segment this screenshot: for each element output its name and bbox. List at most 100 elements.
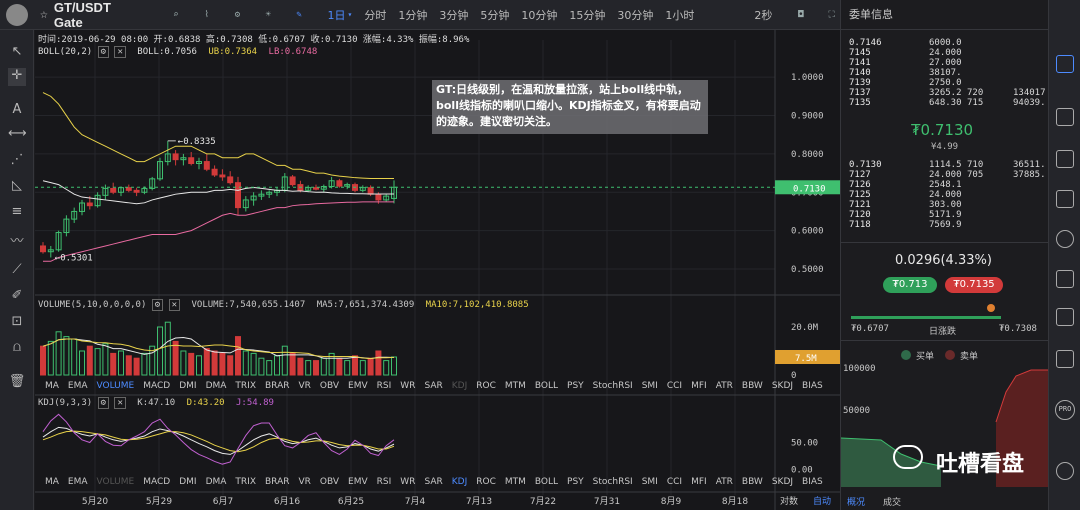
text-icon[interactable]: A xyxy=(8,102,26,120)
orderbook-icon[interactable] xyxy=(1056,55,1074,73)
wave-icon[interactable]: 〰 xyxy=(8,230,26,249)
indicator-mtm-button[interactable]: MTM xyxy=(505,477,526,487)
indicator-wr-button[interactable]: WR xyxy=(400,381,415,391)
indicator-dma-button[interactable]: DMA xyxy=(206,477,227,487)
indicator-vr-button[interactable]: VR xyxy=(298,477,310,487)
fullscreen-icon[interactable]: ⛶ xyxy=(823,6,840,24)
indicator-sar-button[interactable]: SAR xyxy=(424,381,442,391)
indicator-kdj-button[interactable]: KDJ xyxy=(452,381,468,391)
indicator-brar-button[interactable]: BRAR xyxy=(265,477,289,487)
grid-icon[interactable] xyxy=(1056,150,1074,168)
people-icon[interactable] xyxy=(1056,350,1074,368)
tab-trades[interactable]: 成交 xyxy=(883,495,901,508)
indicator-bias-button[interactable]: BIAS xyxy=(802,477,823,487)
indicator-ma-button[interactable]: MA xyxy=(45,477,59,487)
clock-icon[interactable] xyxy=(1056,230,1074,248)
boll-close-icon[interactable]: ✕ xyxy=(114,46,126,58)
interval-1h[interactable]: 1小时 xyxy=(665,7,694,23)
lock-icon[interactable]: ⊡ xyxy=(8,314,26,332)
kdj-settings-icon[interactable]: ⚙ xyxy=(97,397,110,409)
boll-settings-icon[interactable]: ⚙ xyxy=(97,46,110,58)
chart-type-icon[interactable]: ⌇ xyxy=(198,6,215,24)
interval-1m[interactable]: 1分钟 xyxy=(398,7,427,23)
indicator-dmi-button[interactable]: DMI xyxy=(179,477,196,487)
indicator-emv-button[interactable]: EMV xyxy=(348,477,368,487)
indicator-stochrsi-button[interactable]: StochRSI xyxy=(593,381,633,391)
indicator-mtm-button[interactable]: MTM xyxy=(505,381,526,391)
interval-15m[interactable]: 15分钟 xyxy=(569,7,605,23)
chart-icon[interactable] xyxy=(1056,270,1074,288)
check-icon[interactable] xyxy=(1056,308,1074,326)
crosshair-icon[interactable]: ✛ xyxy=(8,68,26,86)
indicator-macd-button[interactable]: MACD xyxy=(143,381,170,391)
interval-3m[interactable]: 3分钟 xyxy=(439,7,468,23)
indicator-brar-button[interactable]: BRAR xyxy=(265,381,289,391)
indicator-psy-button[interactable]: PSY xyxy=(567,477,584,487)
indicator-ema-button[interactable]: EMA xyxy=(68,381,88,391)
indicator-roc-button[interactable]: ROC xyxy=(476,381,496,391)
indicator-skdj-button[interactable]: SKDJ xyxy=(772,381,793,391)
indicator-dma-button[interactable]: DMA xyxy=(206,381,227,391)
indicator-skdj-button[interactable]: SKDJ xyxy=(772,477,793,487)
buy-price-pill[interactable]: ₮0.713 xyxy=(883,277,937,293)
star-icon[interactable]: ☆ xyxy=(40,7,48,22)
interval-10m[interactable]: 10分钟 xyxy=(521,7,557,23)
symbol-title[interactable]: GT/USDT Gate xyxy=(54,0,138,30)
magnet-icon[interactable]: ⩍ xyxy=(8,340,26,358)
annotation-note[interactable]: GT:日线级别，在温和放量拉涨，站上boll线中轨，boll线指标的喇叭口缩小。… xyxy=(432,80,708,134)
calendar-icon[interactable] xyxy=(1056,190,1074,208)
indicator-kdj-button[interactable]: KDJ xyxy=(452,477,468,487)
indicator-mfi-button[interactable]: MFI xyxy=(691,477,707,487)
search-icon[interactable]: ⌕ xyxy=(167,6,184,24)
indicator-roc-button[interactable]: ROC xyxy=(476,477,496,487)
camera-icon[interactable]: ◘ xyxy=(792,6,809,24)
indicator-smi-button[interactable]: SMI xyxy=(642,477,658,487)
indicator-volume-button[interactable]: VOLUME xyxy=(97,477,135,487)
indicator-bias-button[interactable]: BIAS xyxy=(802,381,823,391)
help-icon[interactable] xyxy=(1056,462,1074,480)
fib-icon[interactable]: ⋰ xyxy=(8,152,26,170)
settings-icon[interactable]: ⚙ xyxy=(229,6,246,24)
indicator-rsi-button[interactable]: RSI xyxy=(377,477,392,487)
indicator-wr-button[interactable]: WR xyxy=(400,477,415,487)
volume-settings-icon[interactable]: ⚙ xyxy=(151,299,164,311)
indicator-mfi-button[interactable]: MFI xyxy=(691,381,707,391)
kdj-close-icon[interactable]: ✕ xyxy=(114,397,126,409)
indicator-atr-button[interactable]: ATR xyxy=(716,381,733,391)
line-icon[interactable]: ⟷ xyxy=(8,126,27,144)
volume-close-icon[interactable]: ✕ xyxy=(168,299,181,311)
indicator-dmi-button[interactable]: DMI xyxy=(179,381,196,391)
indicator-rsi-button[interactable]: RSI xyxy=(377,381,392,391)
indicator-sar-button[interactable]: SAR xyxy=(424,477,442,487)
indicator-vr-button[interactable]: VR xyxy=(298,381,310,391)
indicator-cci-button[interactable]: CCI xyxy=(667,477,682,487)
indicator-emv-button[interactable]: EMV xyxy=(348,381,368,391)
indicator-obv-button[interactable]: OBV xyxy=(320,381,339,391)
pro-icon[interactable]: PRO xyxy=(1055,400,1075,420)
trash-icon[interactable]: 🗑 xyxy=(8,374,26,392)
triangle-icon[interactable]: ◺ xyxy=(8,178,26,196)
indicator-bbw-button[interactable]: BBW xyxy=(742,477,763,487)
indicator-cci-button[interactable]: CCI xyxy=(667,381,682,391)
draw-icon[interactable]: ✎ xyxy=(291,6,308,24)
indicator-trix-button[interactable]: TRIX xyxy=(235,477,256,487)
indicator-bbw-button[interactable]: BBW xyxy=(742,381,763,391)
indicator-boll-button[interactable]: BOLL xyxy=(535,477,558,487)
indicator-ma-button[interactable]: MA xyxy=(45,381,59,391)
ruler-icon[interactable]: ⟋ xyxy=(8,262,26,280)
sell-price-pill[interactable]: ₮0.7135 xyxy=(945,277,1003,293)
interval-30m[interactable]: 30分钟 xyxy=(617,7,653,23)
indicator-obv-button[interactable]: OBV xyxy=(320,477,339,487)
indicator-ema-button[interactable]: EMA xyxy=(68,477,88,487)
indicator-trix-button[interactable]: TRIX xyxy=(235,381,256,391)
brush-icon[interactable]: ✐ xyxy=(8,288,26,306)
indicator-smi-button[interactable]: SMI xyxy=(642,381,658,391)
indicator-atr-button[interactable]: ATR xyxy=(716,477,733,487)
indicator-stochrsi-button[interactable]: StochRSI xyxy=(593,477,633,487)
theme-icon[interactable]: ☀ xyxy=(260,6,277,24)
cursor-icon[interactable]: ↖ xyxy=(8,44,26,62)
indicator-psy-button[interactable]: PSY xyxy=(567,381,584,391)
indicator-boll-button[interactable]: BOLL xyxy=(535,381,558,391)
list-icon[interactable] xyxy=(1056,108,1074,126)
interval-tick[interactable]: 分时 xyxy=(364,7,386,23)
